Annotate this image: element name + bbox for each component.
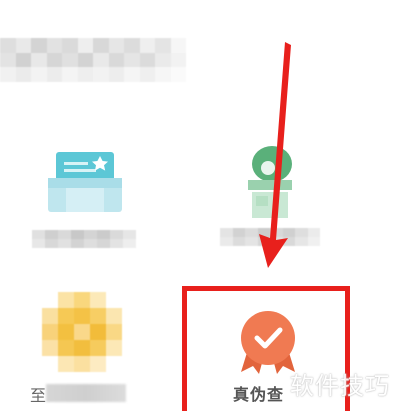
app-menu-screen: zhi 至 真伪查 软件技巧 [0, 0, 405, 411]
green-app-icon [248, 146, 292, 218]
blurred-header-title [0, 38, 186, 82]
menu-item-label-cut-glyph: 至 [30, 386, 47, 405]
ticket-icon [48, 152, 122, 212]
blurred-label-yellow [46, 384, 126, 402]
watermark-text: 软件技巧 [290, 372, 390, 400]
blurred-label-green [220, 228, 320, 246]
yellow-app-icon [42, 292, 122, 372]
blurred-label-ticket [32, 230, 136, 248]
